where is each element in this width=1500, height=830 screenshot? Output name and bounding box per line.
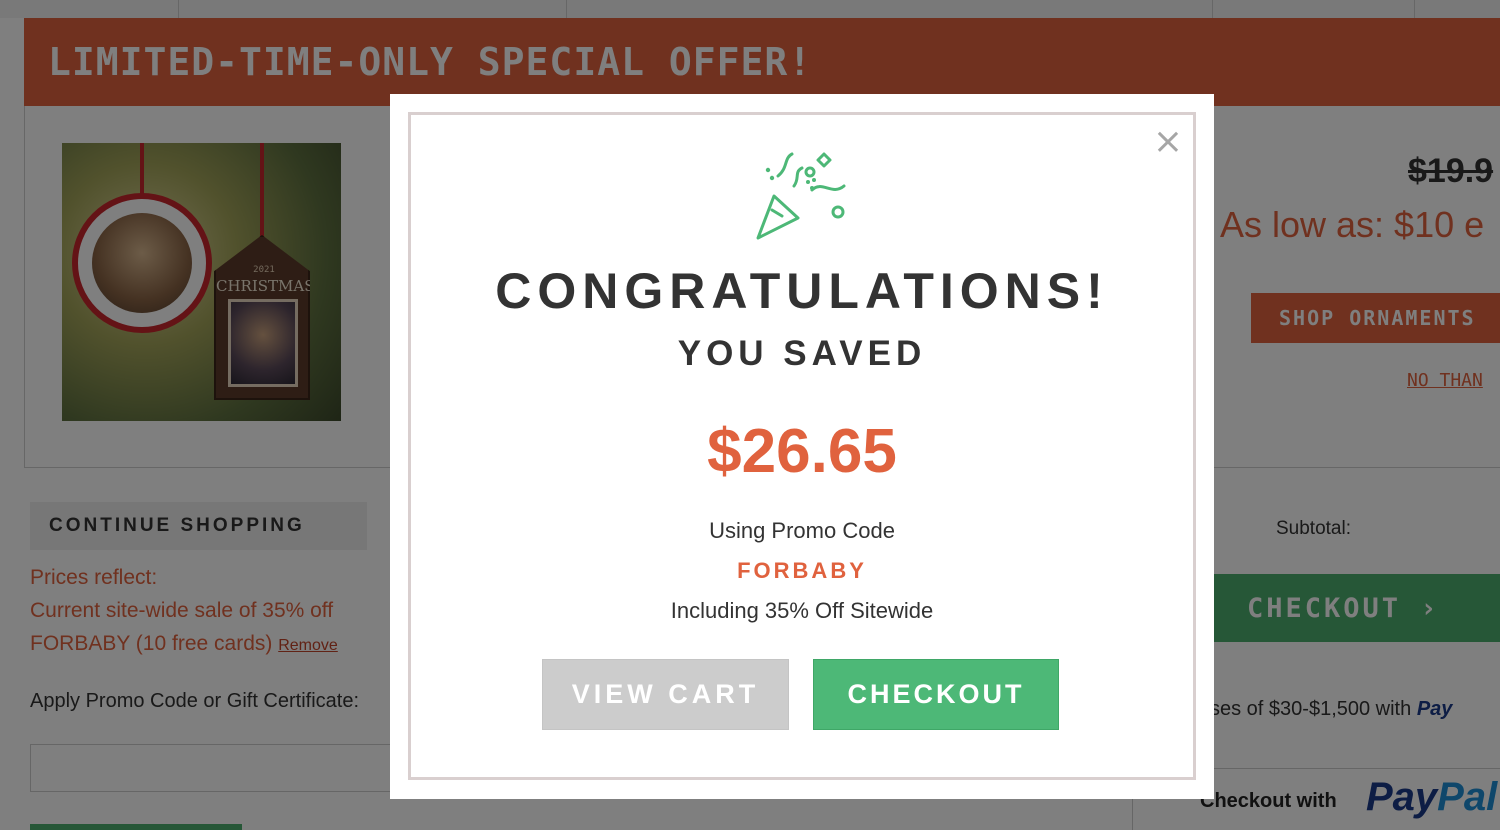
view-cart-button[interactable]: VIEW CART [542, 659, 789, 730]
checkout-button[interactable]: CHECKOUT [813, 659, 1059, 730]
party-popper-icon [756, 152, 846, 240]
congratulations-heading: CONGRATULATIONS! [495, 263, 1109, 319]
savings-modal: × CONGRATULATIONS! YOU SAVED $26.65 Usin… [390, 94, 1214, 799]
close-icon[interactable]: × [1148, 122, 1188, 162]
you-saved-subheading: YOU SAVED [677, 334, 927, 373]
discount-description: Including 35% Off Sitewide [670, 598, 934, 623]
saved-amount: $26.65 [707, 417, 897, 486]
promo-code-value: FORBABY [737, 558, 867, 583]
promo-code-label: Using Promo Code [709, 518, 895, 543]
